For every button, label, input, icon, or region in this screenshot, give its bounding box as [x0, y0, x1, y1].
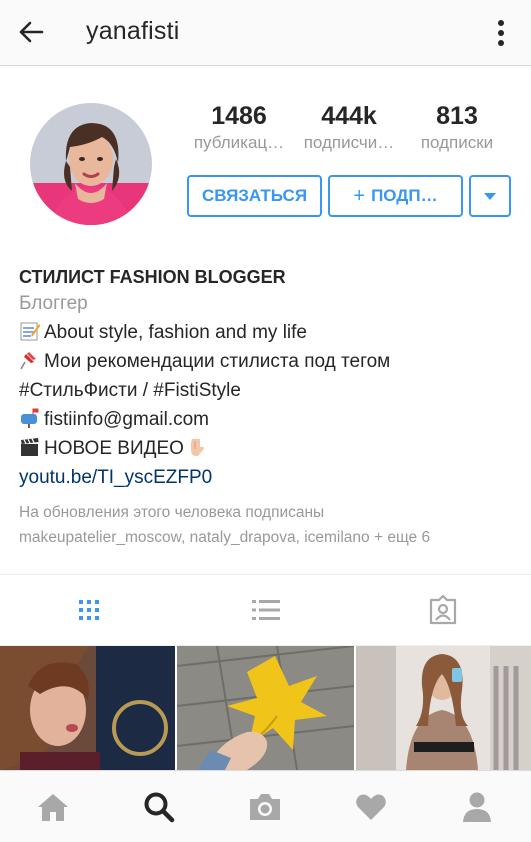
posts-count: 1486 [211, 102, 267, 130]
mailbox-icon [21, 408, 39, 428]
heart-icon [356, 794, 386, 820]
contact-button[interactable]: СВЯЗАТЬСЯ [187, 175, 322, 217]
post-thumbnail[interactable] [177, 646, 354, 770]
bio-line: НОВОЕ ВИДЕО [19, 434, 519, 463]
followers-count: 444k [321, 102, 377, 130]
followers-stat[interactable]: 444k подписчи… [293, 101, 405, 155]
more-options-button[interactable] [489, 16, 513, 50]
bio-line: #СтильФисти / #FistiStyle [19, 380, 241, 401]
nav-activity[interactable] [318, 771, 424, 842]
home-icon [38, 794, 68, 821]
bio-full-name: СТИЛИСТ FASHION BLOGGER [19, 267, 286, 287]
pointing-down-icon [190, 439, 204, 456]
grid-view-icon [78, 600, 99, 620]
profile-icon [463, 792, 491, 822]
tagged-photos-icon [429, 595, 456, 625]
nav-camera[interactable] [212, 771, 318, 842]
profile-view-tabs [0, 574, 531, 646]
more-vertical-icon [498, 20, 504, 46]
following-label: подписки [420, 133, 494, 152]
bottom-navigation [0, 770, 531, 842]
follow-button[interactable]: + ПОДП… [328, 175, 463, 217]
following-stat[interactable]: 813 подписки [401, 101, 513, 155]
plus-icon: + [353, 184, 366, 207]
tab-grid[interactable] [0, 575, 177, 645]
avatar[interactable] [30, 103, 152, 225]
bio-line: fistiinfo@gmail.com [19, 405, 519, 434]
contact-button-label: СВЯЗАТЬСЯ [201, 186, 308, 205]
post-thumbnail[interactable] [356, 646, 531, 770]
camera-icon [250, 794, 280, 820]
profile-bio: СТИЛИСТ FASHION BLOGGER Блоггер About st… [19, 265, 519, 550]
bio-line: Мои рекомендации стилиста под тегом [19, 347, 519, 376]
posts-label: публикац… [193, 133, 285, 152]
back-button[interactable] [14, 17, 48, 47]
list-view-icon [251, 600, 280, 620]
search-icon [144, 792, 175, 823]
caret-down-icon [484, 192, 496, 200]
nav-search[interactable] [106, 771, 212, 842]
clapperboard-icon [21, 438, 39, 456]
suggestions-dropdown-button[interactable] [469, 175, 511, 217]
nav-home[interactable] [0, 771, 106, 842]
pushpin-icon [20, 352, 36, 370]
tab-tagged[interactable] [354, 575, 531, 645]
following-count: 813 [436, 102, 478, 130]
arrow-left-icon [19, 21, 44, 43]
profile-username: yanafisti [86, 17, 180, 45]
followed-by-text[interactable]: На обновления этого человека подписаны m… [19, 500, 519, 550]
bio-website-link[interactable]: youtu.be/TI_yscEZFP0 [19, 463, 519, 492]
tab-list[interactable] [177, 575, 354, 645]
post-thumbnail[interactable] [0, 646, 175, 770]
top-bar: yanafisti [0, 0, 531, 66]
profile-header: 1486 публикац… 444k подписчи… 813 подпис… [0, 67, 531, 573]
follow-button-label: ПОДП… [371, 186, 438, 205]
posts-stat[interactable]: 1486 публикац… [183, 101, 295, 155]
nav-profile[interactable] [424, 771, 530, 842]
bio-line: About style, fashion and my life [19, 318, 519, 347]
memo-icon [20, 322, 41, 341]
bio-category: Блоггер [19, 293, 88, 314]
followers-label: подписчи… [303, 133, 395, 152]
posts-grid [0, 646, 531, 770]
